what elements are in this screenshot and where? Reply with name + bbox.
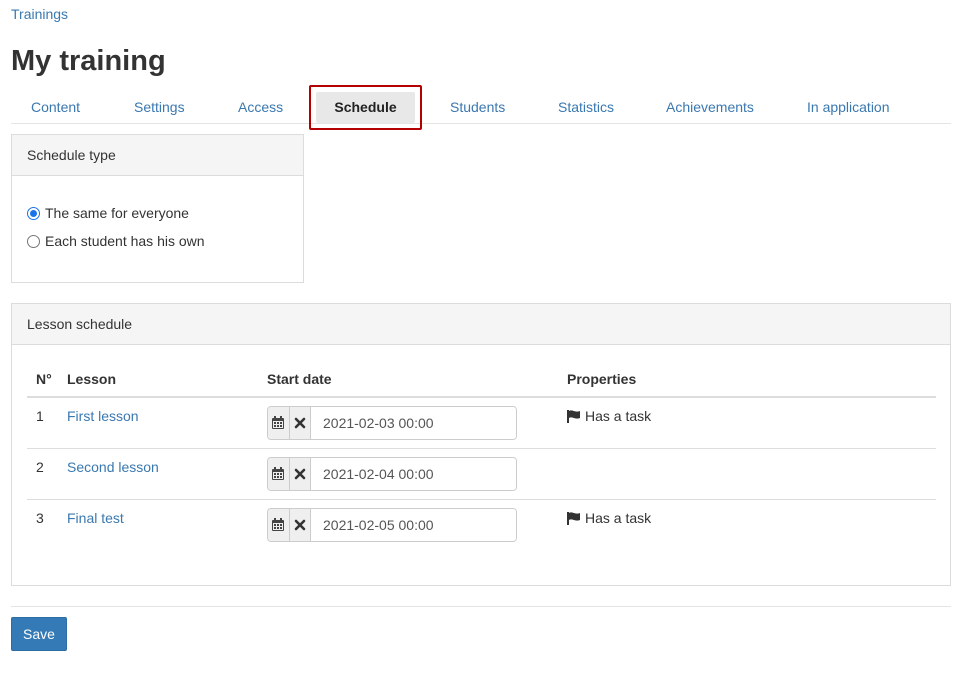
lesson-schedule-panel: Lesson schedule N° Lesson Start date Pro… (11, 303, 951, 586)
flag-icon (567, 409, 580, 423)
radio-same-for-everyone[interactable]: The same for everyone (27, 205, 189, 221)
tab-content[interactable]: Content (31, 86, 80, 124)
start-date-input[interactable] (311, 407, 516, 439)
flag-icon (567, 511, 580, 525)
lesson-schedule-heading: Lesson schedule (12, 304, 950, 345)
page-title: My training (11, 45, 166, 77)
column-header-properties: Properties (567, 371, 637, 387)
close-icon[interactable] (289, 509, 311, 541)
tab-statistics[interactable]: Statistics (558, 86, 614, 124)
close-icon[interactable] (289, 407, 311, 439)
radio-label: Each student has his own (45, 233, 205, 249)
row-number: 3 (36, 510, 44, 526)
start-date-picker (267, 406, 517, 440)
column-header-lesson: Lesson (67, 371, 117, 387)
calendar-icon[interactable] (268, 458, 290, 490)
tab-schedule[interactable]: Schedule (316, 92, 415, 123)
radio-label: The same for everyone (45, 205, 189, 221)
calendar-icon[interactable] (268, 407, 290, 439)
radio-button[interactable] (27, 234, 40, 248)
property-label: Has a task (585, 408, 652, 424)
tab-bar: Content Settings Access Schedule Student… (11, 85, 951, 130)
lesson-link[interactable]: Second lesson (67, 459, 159, 475)
property-has-task: Has a task (567, 510, 651, 526)
tab-settings[interactable]: Settings (134, 86, 185, 124)
lesson-link[interactable]: Final test (67, 510, 124, 526)
tab-schedule-highlight: Schedule (309, 85, 422, 130)
close-icon[interactable] (289, 458, 311, 490)
breadcrumb-trainings[interactable]: Trainings (11, 6, 68, 22)
schedule-type-heading: Schedule type (12, 135, 303, 176)
table-row: 3 Final test Has a task (27, 500, 936, 551)
tab-access[interactable]: Access (238, 86, 283, 124)
property-label: Has a task (585, 510, 652, 526)
radio-button-checked[interactable] (27, 206, 40, 220)
start-date-picker (267, 457, 517, 491)
start-date-picker (267, 508, 517, 542)
row-number: 1 (36, 408, 44, 424)
radio-each-student[interactable]: Each student has his own (27, 233, 205, 249)
column-header-num: N° (36, 371, 52, 387)
start-date-input[interactable] (311, 509, 516, 541)
lesson-link[interactable]: First lesson (67, 408, 139, 424)
footer-divider (11, 606, 951, 607)
tab-students[interactable]: Students (450, 86, 505, 124)
schedule-type-panel: Schedule type The same for everyone Each… (11, 134, 304, 283)
property-has-task: Has a task (567, 408, 651, 424)
table-row: 2 Second lesson (27, 449, 936, 500)
column-header-start-date: Start date (267, 371, 332, 387)
save-button[interactable]: Save (11, 617, 67, 651)
tab-achievements[interactable]: Achievements (666, 86, 754, 124)
start-date-input[interactable] (311, 458, 516, 490)
tab-in-application[interactable]: In application (807, 86, 890, 124)
table-row: 1 First lesson Has a task (27, 398, 936, 449)
calendar-icon[interactable] (268, 509, 290, 541)
row-number: 2 (36, 459, 44, 475)
